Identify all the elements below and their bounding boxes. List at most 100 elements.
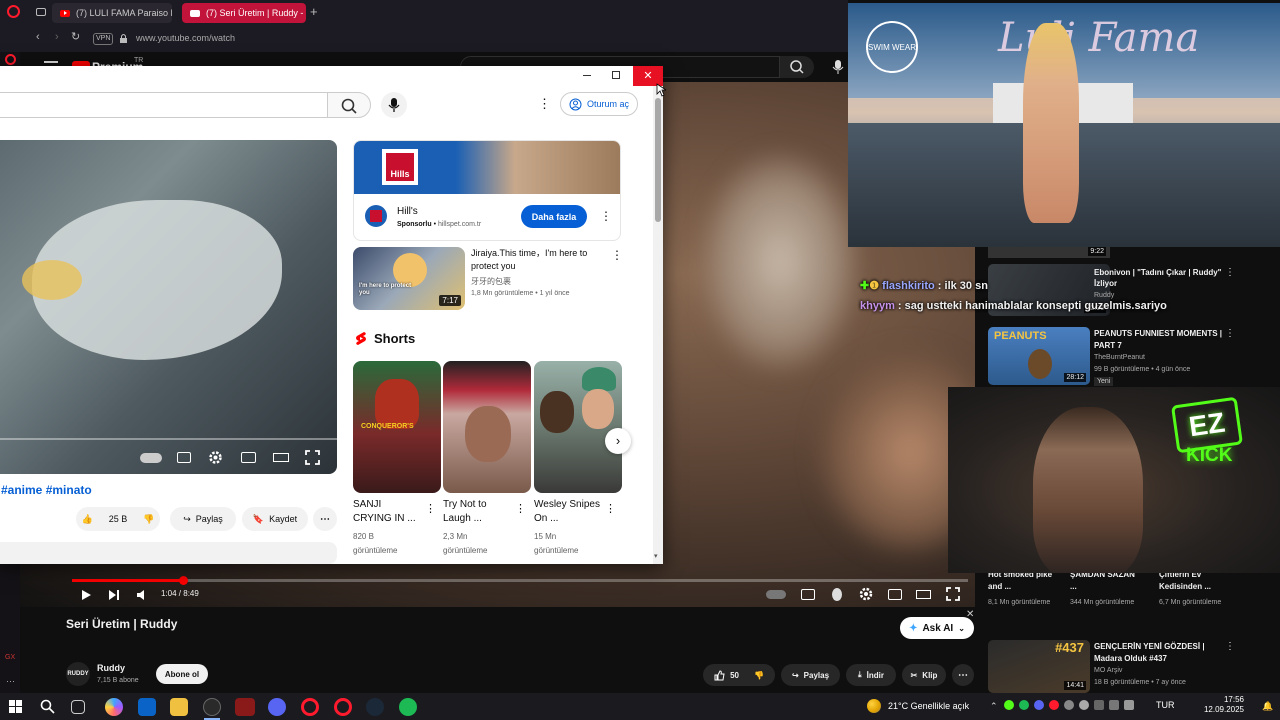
- search-input[interactable]: [0, 92, 328, 118]
- sidebar-more-icon[interactable]: ⋮: [1225, 328, 1235, 339]
- save-button[interactable]: 🔖 Kaydet: [242, 507, 308, 531]
- fullscreen-icon[interactable]: [305, 450, 320, 465]
- discord-icon[interactable]: [268, 698, 286, 716]
- subtitles-icon[interactable]: [801, 589, 815, 600]
- tray-app-icon[interactable]: [1004, 700, 1014, 710]
- clock[interactable]: 17:56 12.09.2025: [1200, 695, 1244, 715]
- progress-track[interactable]: [72, 576, 968, 585]
- sidebar-thumb-top[interactable]: 9:22: [988, 247, 1110, 258]
- more-actions-button[interactable]: ⋯: [313, 507, 337, 531]
- sign-in-button[interactable]: Oturum aç: [560, 92, 638, 116]
- tray-app-icon[interactable]: [1019, 700, 1029, 710]
- window-titlebar[interactable]: ✕: [0, 66, 663, 86]
- chat-username[interactable]: khyym: [860, 300, 895, 312]
- tray-app-icon[interactable]: [1124, 700, 1134, 710]
- chat-username[interactable]: flashkirito: [882, 280, 935, 292]
- ad-cta-button[interactable]: Daha fazla: [521, 205, 587, 228]
- back-icon[interactable]: ‹: [36, 31, 40, 43]
- sidebar-thumbnail[interactable]: #437 14:41: [988, 640, 1090, 693]
- short-thumbnail[interactable]: [534, 361, 622, 493]
- short-title[interactable]: Try Not to Laugh ...: [443, 498, 509, 526]
- miniplayer-icon[interactable]: [888, 589, 902, 600]
- voice-search-button[interactable]: [381, 92, 407, 118]
- obs-icon[interactable]: [203, 698, 221, 716]
- weather-text[interactable]: 21°C Genellikle açık: [888, 701, 969, 711]
- sidebar-item-title[interactable]: PEANUTS FUNNIEST MOMENTS | PART 7: [1094, 328, 1224, 352]
- settings-icon[interactable]: [208, 450, 223, 465]
- share-button[interactable]: ↪ Paylaş: [170, 507, 236, 531]
- scrollbar-thumb[interactable]: [655, 98, 661, 222]
- ambient-icon[interactable]: [832, 588, 842, 601]
- short-title[interactable]: SANJI CRYING IN ...: [353, 498, 419, 526]
- progress-scrubber[interactable]: [179, 576, 189, 585]
- opera-gx-icon[interactable]: [301, 698, 319, 716]
- short-more-icon[interactable]: ⋮: [515, 502, 526, 515]
- suggested-more-icon[interactable]: ⋮: [611, 248, 623, 262]
- copilot-icon[interactable]: [105, 698, 123, 716]
- settings-more-icon[interactable]: ⋮: [538, 96, 551, 112]
- tab-luli-fama[interactable]: (7) LULI FAMA Paraiso Mi: [52, 3, 172, 23]
- shorts-next-button[interactable]: ›: [605, 428, 631, 454]
- gx-icon[interactable]: GX: [5, 654, 15, 662]
- like-icon[interactable]: 👍: [82, 514, 93, 525]
- language-indicator[interactable]: TUR: [1156, 700, 1175, 710]
- play-icon[interactable]: [80, 589, 92, 601]
- sidebar-more-icon[interactable]: ⋮: [1225, 267, 1235, 278]
- short-more-icon[interactable]: ⋮: [425, 502, 436, 515]
- short-more-icon[interactable]: ⋮: [605, 502, 616, 515]
- fullscreen-icon[interactable]: [946, 587, 960, 601]
- url-field[interactable]: www.youtube.com/watch: [136, 33, 235, 43]
- tray-app-icon[interactable]: [1109, 700, 1119, 710]
- clip-button[interactable]: ✂ Klip: [902, 664, 946, 686]
- search-icon[interactable]: [40, 699, 55, 714]
- weather-icon[interactable]: [867, 699, 881, 713]
- sidebar-item-title[interactable]: Ebonivon | "Tadını Çıkar | Ruddy" İzliyo…: [1094, 267, 1224, 289]
- autoplay-toggle[interactable]: [140, 453, 162, 463]
- description-box[interactable]: [0, 542, 337, 564]
- ad-card[interactable]: Hills Hill's Sponsorlu • hillspet.com.tr…: [353, 140, 621, 241]
- subtitles-icon[interactable]: [177, 452, 191, 463]
- settings-icon[interactable]: [859, 587, 873, 601]
- tray-app-icon[interactable]: [1034, 700, 1044, 710]
- ad-more-icon[interactable]: ⋮: [600, 209, 612, 223]
- vpn-badge[interactable]: VPN: [93, 33, 114, 45]
- next-icon[interactable]: [108, 589, 120, 601]
- more-actions-button[interactable]: ⋯: [952, 664, 974, 686]
- tray-app-icon[interactable]: [1079, 700, 1089, 710]
- notification-icon[interactable]: 🔔: [1262, 701, 1273, 712]
- ad-banner[interactable]: Hills: [354, 141, 620, 194]
- search-button[interactable]: [327, 92, 371, 118]
- like-icon[interactable]: [714, 669, 725, 681]
- windows-start-icon[interactable]: [9, 700, 22, 713]
- sidebar-item-title[interactable]: GENÇLERİN YENİ GÖZDESİ | Madara Olduk #4…: [1094, 641, 1224, 665]
- suggested-thumbnail[interactable]: I'm here to protect you 7:17: [353, 247, 465, 310]
- embedded-progress-track[interactable]: [0, 438, 337, 440]
- spotify-icon[interactable]: [399, 698, 417, 716]
- mic-icon[interactable]: [832, 59, 844, 75]
- tray-app-icon[interactable]: [1064, 700, 1074, 710]
- scroll-down-icon[interactable]: ▾: [654, 552, 658, 560]
- short-thumbnail[interactable]: CONQUEROR'S: [353, 361, 441, 493]
- autoplay-toggle[interactable]: [766, 590, 786, 599]
- tray-overflow-icon[interactable]: ⌃: [990, 701, 998, 712]
- outlook-icon[interactable]: [138, 698, 156, 716]
- steam-icon[interactable]: [366, 698, 384, 716]
- reload-icon[interactable]: ↻: [71, 30, 80, 43]
- channel-avatar[interactable]: RUDDY: [66, 662, 90, 686]
- sidebar-more-icon[interactable]: ⋮: [1225, 641, 1235, 652]
- forward-icon[interactable]: ›: [55, 31, 59, 43]
- opera-logo-icon[interactable]: [7, 5, 20, 18]
- dislike-icon[interactable]: 👎: [754, 671, 764, 680]
- volume-icon[interactable]: [136, 589, 148, 601]
- more-icon[interactable]: ⋯: [6, 676, 15, 687]
- bg-search-button[interactable]: [780, 56, 814, 78]
- tray-app-icon[interactable]: [1094, 700, 1104, 710]
- opera-icon[interactable]: [334, 698, 352, 716]
- theater-icon[interactable]: [273, 453, 289, 462]
- theater-icon[interactable]: [916, 590, 931, 599]
- voicemeeter-icon[interactable]: [235, 698, 255, 716]
- suggested-title[interactable]: Jiraiya.This time，I'm here to protect yo…: [471, 247, 601, 273]
- file-explorer-icon[interactable]: [170, 698, 188, 716]
- sidebar-thumbnail[interactable]: PEANUTS 28:12: [988, 327, 1090, 385]
- short-title[interactable]: Wesley Snipes On ...: [534, 498, 600, 526]
